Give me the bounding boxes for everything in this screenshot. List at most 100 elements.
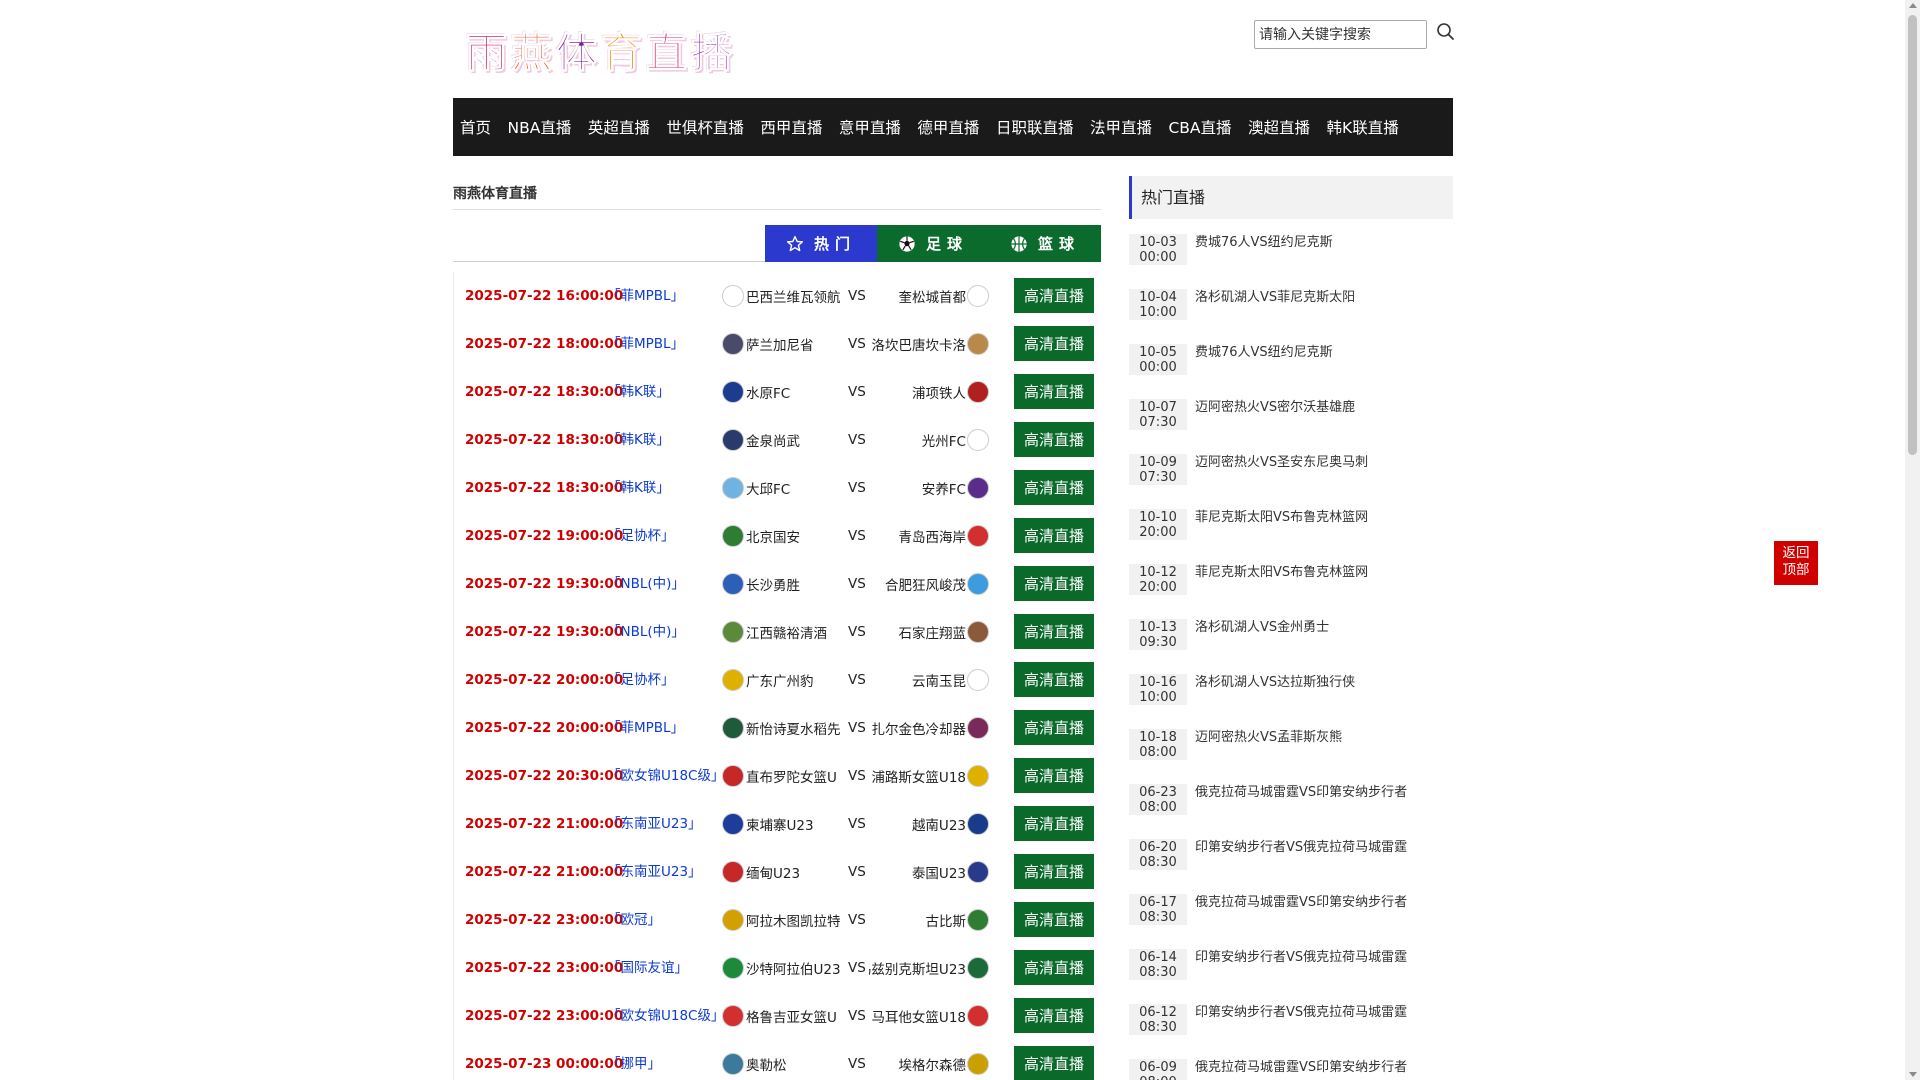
sidebar-item[interactable]: 06-17 08:30 俄克拉荷马城雷霆VS印第安纳步行者 [1129, 894, 1453, 949]
match-league[interactable]: 「足协杯」 [607, 512, 675, 560]
home-team-logo-icon [722, 1005, 744, 1027]
sidebar-item[interactable]: 10-04 10:00 洛杉矶湖人VS菲尼克斯太阳 [1129, 289, 1453, 344]
sidebar-item-title[interactable]: 印第安纳步行者VS俄克拉荷马城雷霆 [1195, 1001, 1407, 1020]
hd-live-button[interactable]: 高清直播 [1014, 326, 1094, 361]
match-league[interactable]: 「东南亚U23」 [607, 800, 702, 848]
hd-live-button[interactable]: 高清直播 [1014, 662, 1094, 697]
tab-hot[interactable]: 热门 [765, 225, 877, 262]
sidebar-item-title[interactable]: 菲尼克斯太阳VS布鲁克林篮网 [1195, 506, 1368, 525]
tab-football[interactable]: 足球 [877, 225, 989, 262]
match-league[interactable]: 「菲MPBL」 [607, 272, 684, 320]
sidebar-item[interactable]: 10-16 10:00 洛杉矶湖人VS达拉斯独行侠 [1129, 674, 1453, 729]
match-league[interactable]: 「韩K联」 [607, 416, 670, 464]
sidebar-item[interactable]: 10-10 20:00 菲尼克斯太阳VS布鲁克林篮网 [1129, 509, 1453, 564]
hd-live-button[interactable]: 高清直播 [1014, 806, 1094, 841]
basketball-icon [1011, 235, 1027, 252]
match-league[interactable]: 「菲MPBL」 [607, 704, 684, 752]
nav-item-seriea[interactable]: 意甲直播 [839, 116, 901, 138]
match-league[interactable]: 「欧女锦U18C级」 [607, 752, 725, 800]
sidebar-item-title[interactable]: 俄克拉荷马城雷霆VS印第安纳步行者 [1195, 1056, 1407, 1075]
hd-live-button[interactable]: 高清直播 [1014, 470, 1094, 505]
hd-live-button[interactable]: 高清直播 [1014, 566, 1094, 601]
sidebar-item-title[interactable]: 洛杉矶湖人VS金州勇士 [1195, 616, 1329, 635]
scroll-down-arrow-icon[interactable] [1909, 1072, 1917, 1077]
sidebar-item-title[interactable]: 洛杉矶湖人VS达拉斯独行侠 [1195, 671, 1355, 690]
sidebar-item-title[interactable]: 费城76人VS纽约尼克斯 [1195, 341, 1333, 360]
nav-item-bundesliga[interactable]: 德甲直播 [917, 116, 979, 138]
match-league[interactable]: 「足协杯」 [607, 656, 675, 704]
tab-basketball[interactable]: 篮球 [989, 225, 1101, 262]
hd-live-button[interactable]: 高清直播 [1014, 374, 1094, 409]
nav-item-laliga[interactable]: 西甲直播 [760, 116, 822, 138]
sidebar-item[interactable]: 10-07 07:30 迈阿密热火VS密尔沃基雄鹿 [1129, 399, 1453, 454]
sidebar-item[interactable]: 06-20 08:30 印第安纳步行者VS俄克拉荷马城雷霆 [1129, 839, 1453, 894]
sidebar-item[interactable]: 06-23 08:00 俄克拉荷马城雷霆VS印第安纳步行者 [1129, 784, 1453, 839]
sidebar-item-day: 06-23 [1139, 785, 1177, 800]
match-league[interactable]: 「欧冠」 [607, 896, 661, 944]
match-league[interactable]: 「欧女锦U18C级」 [607, 992, 725, 1040]
match-league[interactable]: 「韩K联」 [607, 464, 670, 512]
hd-live-button[interactable]: 高清直播 [1014, 710, 1094, 745]
match-row: 2025-07-22 19:30:00 「NBL(中)」 长沙勇胜 VS 合肥狂风峻茂 高… [454, 560, 1101, 608]
sidebar-item[interactable]: 10-03 00:00 费城76人VS纽约尼克斯 [1129, 234, 1453, 289]
hd-live-button[interactable]: 高清直播 [1014, 998, 1094, 1033]
sidebar-item-date: 06-17 08:30 [1129, 894, 1187, 925]
hd-live-button[interactable]: 高清直播 [1014, 758, 1094, 793]
sidebar-item[interactable]: 06-14 08:30 印第安纳步行者VS俄克拉荷马城雷霆 [1129, 949, 1453, 1004]
home-team: 北京国安 [722, 524, 842, 548]
sidebar-item-title[interactable]: 俄克拉荷马城雷霆VS印第安纳步行者 [1195, 891, 1407, 910]
nav-item-nba[interactable]: NBA直播 [508, 116, 572, 138]
search-input[interactable] [1254, 20, 1427, 49]
sidebar-item-date: 10-10 20:00 [1129, 509, 1187, 540]
sidebar-item-title[interactable]: 迈阿密热火VS密尔沃基雄鹿 [1195, 396, 1355, 415]
sidebar-item-title[interactable]: 印第安纳步行者VS俄克拉荷马城雷霆 [1195, 836, 1407, 855]
sidebar-item[interactable]: 10-09 07:30 迈阿密热火VS圣安东尼奥马刺 [1129, 454, 1453, 509]
scroll-thumb[interactable] [1908, 15, 1917, 455]
hd-live-button[interactable]: 高清直播 [1014, 614, 1094, 649]
match-league[interactable]: 「NBL(中)」 [607, 608, 685, 656]
page-scrollbar[interactable] [1905, 0, 1920, 1080]
sidebar-item[interactable]: 10-12 20:00 菲尼克斯太阳VS布鲁克林篮网 [1129, 564, 1453, 619]
away-team-name: 青岛西海岸 [898, 530, 967, 546]
sidebar-item-day: 10-09 [1139, 455, 1177, 470]
sidebar-item[interactable]: 06-12 08:30 印第安纳步行者VS俄克拉荷马城雷霆 [1129, 1004, 1453, 1059]
sidebar-item-title[interactable]: 费城76人VS纽约尼克斯 [1195, 231, 1333, 250]
nav-item-club-world-cup[interactable]: 世俱杯直播 [666, 116, 744, 138]
hd-live-button[interactable]: 高清直播 [1014, 1046, 1094, 1080]
sidebar-item-title[interactable]: 迈阿密热火VS圣安东尼奥马刺 [1195, 451, 1368, 470]
sidebar-item-title[interactable]: 洛杉矶湖人VS菲尼克斯太阳 [1195, 286, 1355, 305]
scroll-up-arrow-icon[interactable] [1909, 3, 1917, 8]
sidebar-item-title[interactable]: 迈阿密热火VS孟菲斯灰熊 [1195, 726, 1342, 745]
hd-live-button[interactable]: 高清直播 [1014, 902, 1094, 937]
site-logo[interactable]: 雨燕体育直播 [466, 25, 736, 81]
sidebar-item[interactable]: 10-13 09:30 洛杉矶湖人VS金州勇士 [1129, 619, 1453, 674]
search-icon[interactable] [1435, 21, 1457, 43]
sidebar-item-title[interactable]: 印第安纳步行者VS俄克拉荷马城雷霆 [1195, 946, 1407, 965]
hd-live-button[interactable]: 高清直播 [1014, 518, 1094, 553]
away-team: 光州FC [869, 428, 989, 452]
hd-live-button[interactable]: 高清直播 [1014, 854, 1094, 889]
nav-item-cba[interactable]: CBA直播 [1168, 116, 1231, 138]
back-to-top-button[interactable]: 返回 顶部 [1774, 541, 1818, 585]
match-league[interactable]: 「NBL(中)」 [607, 560, 685, 608]
nav-item-ligue1[interactable]: 法甲直播 [1090, 116, 1152, 138]
sidebar-item[interactable]: 10-18 08:00 迈阿密热火VS孟菲斯灰熊 [1129, 729, 1453, 784]
sidebar-item-title[interactable]: 俄克拉荷马城雷霆VS印第安纳步行者 [1195, 781, 1407, 800]
hd-live-button[interactable]: 高清直播 [1014, 950, 1094, 985]
match-time: 2025-07-22 16:00:00 [465, 288, 624, 304]
nav-item-home[interactable]: 首页 [460, 116, 491, 138]
sidebar-item[interactable]: 06-0908:00 俄克拉荷马城雷霆VS印第安纳步行者 [1129, 1059, 1453, 1080]
sidebar-item-title[interactable]: 菲尼克斯太阳VS布鲁克林篮网 [1195, 561, 1368, 580]
nav-item-epl[interactable]: 英超直播 [588, 116, 650, 138]
hd-live-button[interactable]: 高清直播 [1014, 278, 1094, 313]
match-league[interactable]: 「韩K联」 [607, 368, 670, 416]
match-league[interactable]: 「国际友谊」 [607, 944, 688, 992]
nav-item-kleague[interactable]: 韩K联直播 [1327, 116, 1399, 138]
match-league[interactable]: 「挪甲」 [607, 1040, 661, 1080]
match-league[interactable]: 「菲MPBL」 [607, 320, 684, 368]
nav-item-aleague[interactable]: 澳超直播 [1248, 116, 1310, 138]
sidebar-item[interactable]: 10-05 00:00 费城76人VS纽约尼克斯 [1129, 344, 1453, 399]
match-league[interactable]: 「东南亚U23」 [607, 848, 702, 896]
nav-item-jleague[interactable]: 日职联直播 [996, 116, 1074, 138]
hd-live-button[interactable]: 高清直播 [1014, 422, 1094, 457]
